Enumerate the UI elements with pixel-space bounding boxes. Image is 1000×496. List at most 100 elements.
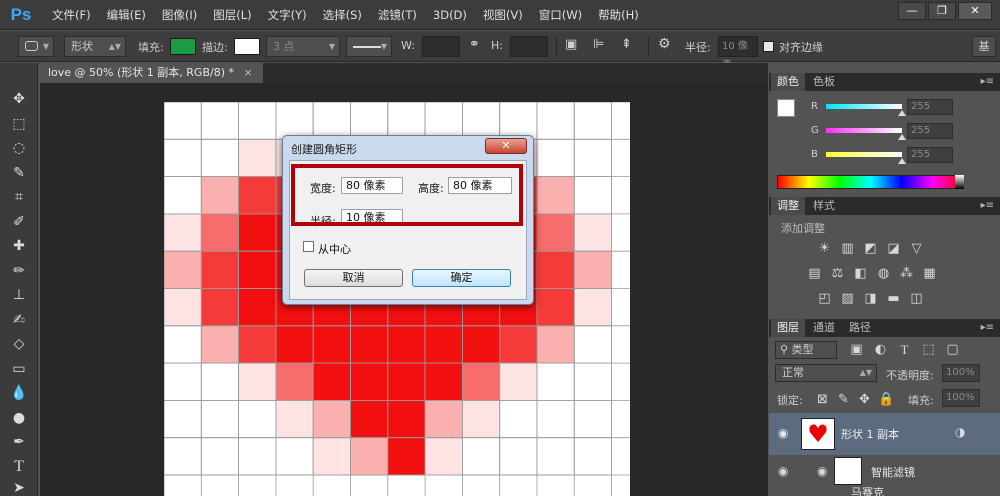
align-edges-checkbox[interactable] xyxy=(763,41,774,52)
hue-saturation-icon[interactable]: ▤ xyxy=(807,266,822,281)
channel-slider[interactable] xyxy=(826,152,902,157)
restore-button[interactable]: ❐ xyxy=(928,2,956,20)
healing-brush-tool-icon[interactable]: ✚ xyxy=(8,236,30,256)
panel-menu-icon[interactable]: ▸≡ xyxy=(981,200,994,211)
foreground-color-swatch[interactable] xyxy=(777,99,795,117)
path-arrangement-icon[interactable]: ⇞ xyxy=(621,37,632,52)
minimize-button[interactable]: — xyxy=(898,2,926,20)
shape-filter-icon[interactable]: ⬚ xyxy=(921,342,936,357)
lock-transparent-icon[interactable]: ⊠ xyxy=(815,392,830,407)
lock-pixels-icon[interactable]: ✎ xyxy=(836,392,851,407)
type-tool-icon[interactable]: T xyxy=(8,457,30,477)
photo-filter-icon[interactable]: ◍ xyxy=(876,266,891,281)
path-select-tool-icon[interactable]: ➤ xyxy=(8,478,30,496)
menu-item[interactable]: 图层(L) xyxy=(205,0,259,30)
radius-field[interactable]: 10 像素 xyxy=(718,36,758,71)
dodge-tool-icon[interactable]: ● xyxy=(8,408,30,428)
menu-item[interactable]: 选择(S) xyxy=(315,0,370,30)
tab-styles[interactable]: 样式 xyxy=(807,197,841,215)
stroke-type-dropdown[interactable]: ▼ xyxy=(346,36,392,57)
color-lookup-icon[interactable]: ▦ xyxy=(922,266,937,281)
curves-icon[interactable]: ◩ xyxy=(863,241,878,256)
tab-channels[interactable]: 通道 xyxy=(807,319,841,337)
eye-icon[interactable]: ◉ xyxy=(778,464,788,478)
layer-row-mosaic[interactable]: 马赛克 xyxy=(769,487,1000,496)
move-tool-icon[interactable]: ✥ xyxy=(8,89,30,109)
channel-value[interactable]: 255 xyxy=(907,123,953,139)
fill-color-swatch[interactable] xyxy=(170,38,196,55)
eye-icon[interactable]: ◉ xyxy=(817,464,827,478)
menu-item[interactable]: 视图(V) xyxy=(475,0,531,30)
eyedropper-tool-icon[interactable]: ✐ xyxy=(8,212,30,232)
tab-layers[interactable]: 图层 xyxy=(771,319,805,337)
slider-thumb[interactable] xyxy=(898,110,906,116)
layer-filter-dropdown[interactable]: ⚲ 类型 xyxy=(775,341,837,359)
tab-color[interactable]: 颜色 xyxy=(771,73,805,91)
close-button[interactable]: ✕ xyxy=(958,2,992,20)
menu-item[interactable]: 滤镜(T) xyxy=(370,0,425,30)
panel-menu-icon[interactable]: ▸≡ xyxy=(981,76,994,87)
adjustment-filter-icon[interactable]: ◐ xyxy=(873,342,888,357)
layer-row-shape-copy[interactable]: ◉ ♥ 形状 1 副本 ◑ xyxy=(769,413,1000,455)
color-balance-icon[interactable]: ⚖ xyxy=(830,266,845,281)
clone-stamp-tool-icon[interactable]: ⊥ xyxy=(8,285,30,305)
selective-color-icon[interactable]: ◫ xyxy=(909,291,924,306)
quick-select-tool-icon[interactable]: ✎ xyxy=(8,163,30,183)
height-field[interactable] xyxy=(510,36,548,57)
menu-item[interactable]: 图像(I) xyxy=(154,0,205,30)
vibrance-icon[interactable]: ▽ xyxy=(909,241,924,256)
workspace-button[interactable]: 基 xyxy=(972,36,996,57)
tab-close-icon[interactable]: × xyxy=(244,66,253,79)
channel-mixer-icon[interactable]: ⁂ xyxy=(899,266,914,281)
lock-icon[interactable]: 🔒 xyxy=(878,392,894,407)
invert-icon[interactable]: ◰ xyxy=(817,291,832,306)
width-field[interactable] xyxy=(422,36,460,57)
exposure-icon[interactable]: ◪ xyxy=(886,241,901,256)
opacity-field[interactable]: 100% xyxy=(942,364,980,382)
link-icon[interactable]: ⚭ xyxy=(469,37,480,52)
channel-slider[interactable] xyxy=(826,104,902,109)
menu-item[interactable]: 编辑(E) xyxy=(99,0,154,30)
posterize-icon[interactable]: ▨ xyxy=(840,291,855,306)
pixel-filter-icon[interactable]: ▣ xyxy=(849,342,864,357)
menu-item[interactable]: 3D(D) xyxy=(425,0,475,30)
channel-value[interactable]: 255 xyxy=(907,99,953,115)
menu-item[interactable]: 窗口(W) xyxy=(531,0,590,30)
path-alignment-icon[interactable]: ⊫ xyxy=(593,37,604,52)
pen-tool-icon[interactable]: ✒ xyxy=(8,432,30,452)
channel-slider[interactable] xyxy=(826,128,902,133)
cancel-button[interactable]: 取消 xyxy=(304,269,403,287)
menu-item[interactable]: 文件(F) xyxy=(44,0,99,30)
mode-dropdown[interactable]: 形状 ▲▼ xyxy=(64,36,126,57)
black-white-icon[interactable]: ◧ xyxy=(853,266,868,281)
gradient-tool-icon[interactable]: ▭ xyxy=(8,359,30,379)
brightness-icon[interactable]: ☀ xyxy=(817,241,832,256)
eye-icon[interactable]: ◉ xyxy=(778,426,788,440)
slider-thumb[interactable] xyxy=(898,158,906,164)
lock-position-icon[interactable]: ✥ xyxy=(857,392,872,407)
blur-tool-icon[interactable]: 💧 xyxy=(8,383,30,403)
tab-adjustments[interactable]: 调整 xyxy=(771,197,805,215)
tool-preset-picker[interactable]: ▼ xyxy=(18,36,54,57)
slider-thumb[interactable] xyxy=(898,134,906,140)
blend-mode-dropdown[interactable]: 正常 ▲▼ xyxy=(775,364,877,382)
color-spectrum-bar[interactable] xyxy=(777,175,964,189)
from-center-checkbox[interactable] xyxy=(303,241,314,252)
gear-icon[interactable]: ⚙ xyxy=(658,36,671,52)
history-brush-tool-icon[interactable]: ✍ xyxy=(8,310,30,330)
gradient-map-icon[interactable]: ▬ xyxy=(886,291,901,306)
layer-fill-field[interactable]: 100% xyxy=(942,389,980,407)
panel-menu-icon[interactable]: ▸≡ xyxy=(981,322,994,333)
menu-item[interactable]: 文字(Y) xyxy=(260,0,315,30)
tab-paths[interactable]: 路径 xyxy=(843,319,877,337)
brush-tool-icon[interactable]: ✏ xyxy=(8,261,30,281)
marquee-tool-icon[interactable]: ⬚ xyxy=(8,114,30,134)
levels-icon[interactable]: ▥ xyxy=(840,241,855,256)
document-tab[interactable]: love @ 50% (形状 1 副本, RGB/8) * × xyxy=(40,63,263,83)
lasso-tool-icon[interactable]: ◌ xyxy=(8,138,30,158)
crop-tool-icon[interactable]: ⌗ xyxy=(8,187,30,207)
tab-swatches[interactable]: 色板 xyxy=(807,73,841,91)
path-operations-icon[interactable]: ▣ xyxy=(565,37,577,52)
layer-row-smart-filter[interactable]: ◉ ◉ 智能滤镜 xyxy=(769,456,1000,486)
stroke-color-swatch[interactable] xyxy=(234,38,260,55)
